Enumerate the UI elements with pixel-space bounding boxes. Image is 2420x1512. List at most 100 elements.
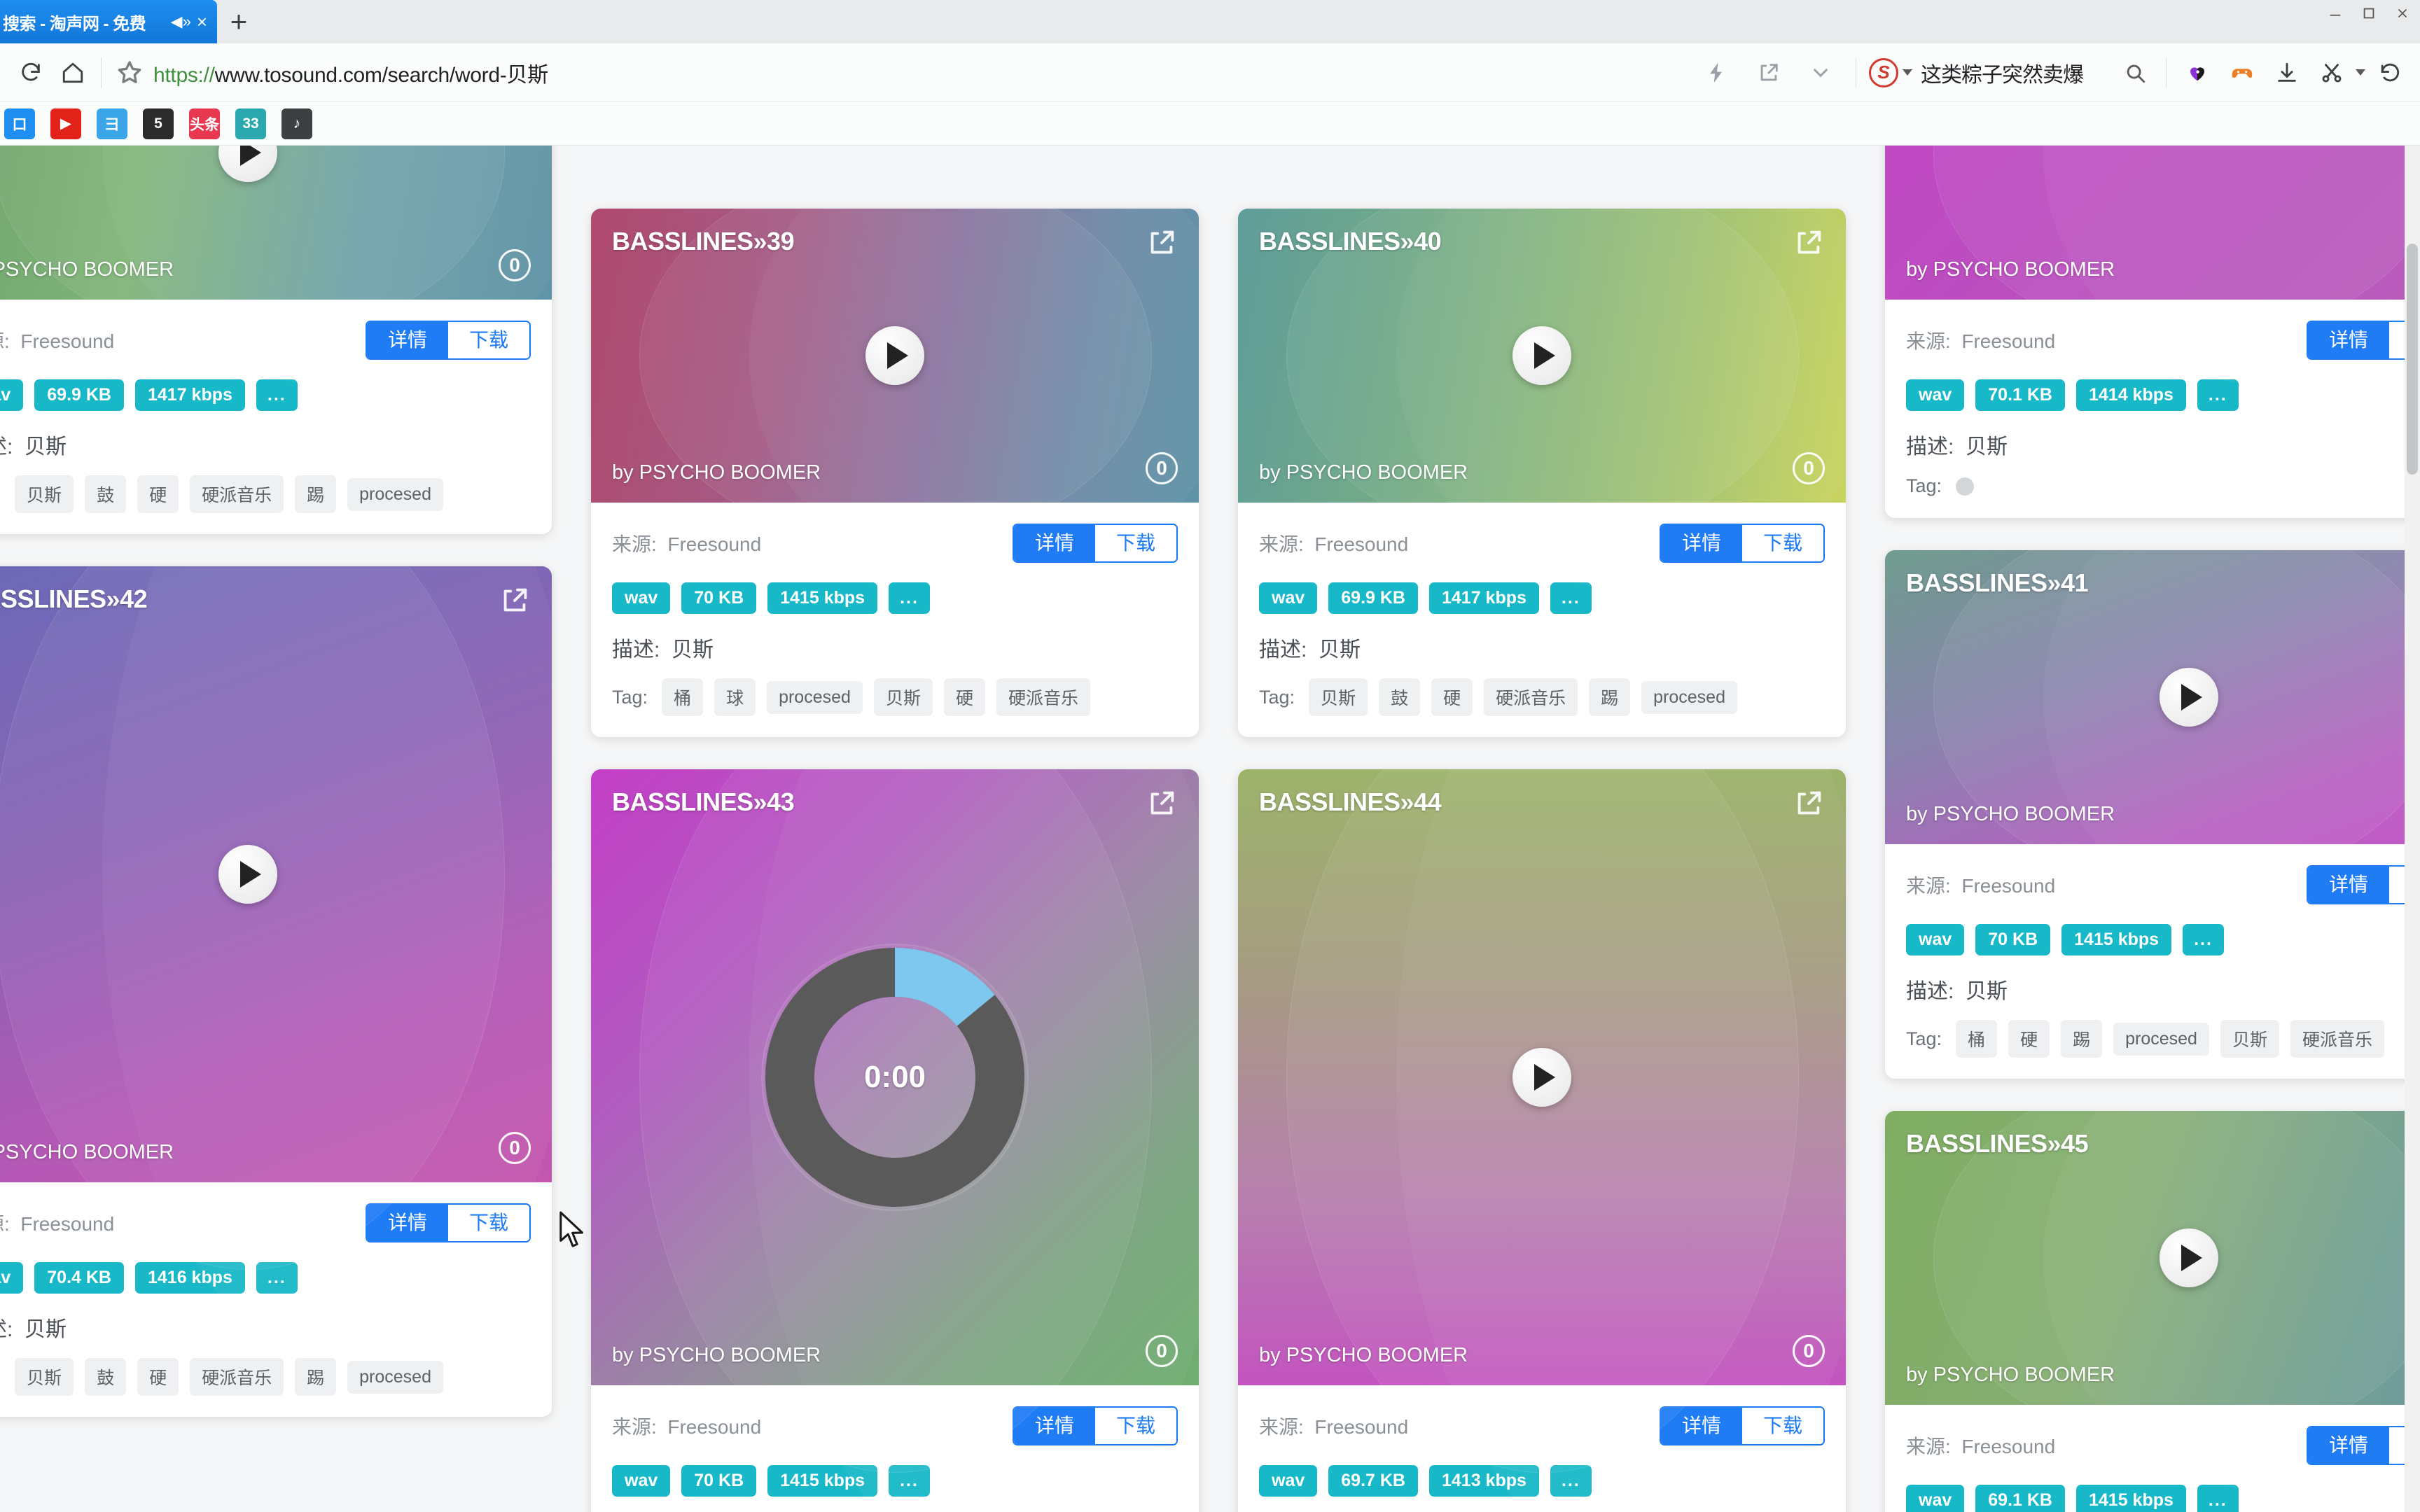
- heart-icon[interactable]: [2176, 52, 2218, 94]
- tag-chip[interactable]: 踢: [1589, 678, 1631, 716]
- tag-chip[interactable]: 贝斯: [2220, 1020, 2279, 1058]
- bitrate-chip[interactable]: 1415 kbps: [2075, 1485, 2186, 1512]
- size-chip[interactable]: 69.7 KB: [1328, 1465, 1418, 1497]
- sound-card[interactable]: BASSLINES»42 by PSYCHO BOOMER 0 来源: Free…: [0, 566, 552, 1417]
- tag-chip[interactable]: 硬派音乐: [190, 475, 284, 513]
- download-button[interactable]: 下载: [1094, 1407, 1176, 1445]
- format-chip[interactable]: wav: [0, 1262, 24, 1294]
- tag-chip[interactable]: 硬派音乐: [2290, 1020, 2384, 1058]
- size-chip[interactable]: 70.4 KB: [34, 1262, 124, 1294]
- search-engine-selector[interactable]: S: [1863, 57, 1918, 88]
- tag-chip[interactable]: 硬: [137, 475, 179, 513]
- more-info-chip[interactable]: ...: [889, 1465, 930, 1497]
- bookmark-5-icon[interactable]: 5: [143, 108, 174, 139]
- gamepad-icon[interactable]: [2221, 52, 2263, 94]
- bookmark-blue-icon[interactable]: 口: [4, 108, 35, 139]
- more-info-chip[interactable]: ...: [256, 1262, 298, 1294]
- download-icon[interactable]: [2266, 52, 2308, 94]
- download-button[interactable]: 下载: [447, 1204, 529, 1242]
- size-chip[interactable]: 70 KB: [681, 1465, 757, 1497]
- minimize-icon[interactable]: [2323, 3, 2347, 24]
- sound-card[interactable]: BASSLINES»44 by PSYCHO BOOMER 0 来源: Free…: [1238, 769, 1846, 1512]
- play-button[interactable]: [865, 326, 924, 385]
- bitrate-chip[interactable]: 1415 kbps: [767, 1465, 878, 1497]
- tag-chip[interactable]: 鼓: [85, 1358, 127, 1396]
- tag-chip[interactable]: 硬: [1431, 678, 1473, 716]
- home-icon[interactable]: [52, 52, 94, 94]
- tag-chip[interactable]: 桶: [1956, 1020, 1998, 1058]
- sound-card[interactable]: BASSLINES»38 by PSYCHO BOOMER 0 来源: Free…: [0, 146, 552, 534]
- chevron-down-icon-scissors[interactable]: [2356, 69, 2365, 76]
- window-close-icon[interactable]: [2391, 3, 2414, 24]
- format-chip[interactable]: wav: [612, 582, 671, 614]
- size-chip[interactable]: 69.9 KB: [34, 379, 124, 411]
- chevron-down-icon-engine[interactable]: [1903, 69, 1912, 76]
- browser-tab[interactable]: 搜索 - 淘声网 - 免费 ◀» ×: [0, 0, 217, 43]
- tag-chip[interactable]: 贝斯: [15, 475, 74, 513]
- bookmark-headphone-icon[interactable]: ♪: [281, 108, 312, 139]
- format-chip[interactable]: wav: [1259, 1465, 1318, 1497]
- detail-button[interactable]: 详情: [1660, 1407, 1742, 1445]
- sound-card[interactable]: BASSLINES»45 by PSYCHO BOOMER 0 来源: Free…: [1885, 1111, 2420, 1512]
- bitrate-chip[interactable]: 1415 kbps: [767, 582, 878, 614]
- card-cover[interactable]: BASSLINES»38 by PSYCHO BOOMER 0: [0, 146, 552, 388]
- reload-icon[interactable]: [10, 52, 52, 94]
- bitrate-chip[interactable]: 1417 kbps: [134, 379, 245, 411]
- more-info-chip[interactable]: ...: [2197, 379, 2239, 411]
- scrollbar-track[interactable]: [2405, 146, 2420, 1512]
- format-chip[interactable]: wav: [612, 1465, 671, 1497]
- play-button[interactable]: [218, 845, 277, 904]
- card-cover[interactable]: by PSYCHO BOOMER: [1885, 146, 2420, 388]
- tag-chip[interactable]: 贝斯: [1309, 678, 1368, 716]
- sound-card[interactable]: BASSLINES»43 0:00 by PSYCHO BOOMER 0 来源:…: [591, 769, 1199, 1512]
- play-button[interactable]: [1512, 1048, 1571, 1107]
- play-button[interactable]: [2160, 668, 2218, 727]
- external-link-icon[interactable]: [1146, 227, 1178, 259]
- card-cover[interactable]: BASSLINES»43 0:00 by PSYCHO BOOMER 0: [591, 769, 1199, 1512]
- size-chip[interactable]: 70 KB: [1975, 924, 2051, 955]
- size-chip[interactable]: 69.1 KB: [1975, 1485, 2065, 1512]
- detail-button[interactable]: 详情: [366, 321, 448, 359]
- search-icon[interactable]: [2114, 52, 2156, 94]
- tag-chip[interactable]: 硬派音乐: [996, 678, 1090, 716]
- play-button[interactable]: [1512, 326, 1571, 385]
- tag-chip[interactable]: 贝斯: [15, 1358, 74, 1396]
- tag-chip[interactable]: 硬: [2008, 1020, 2050, 1058]
- more-info-chip[interactable]: ...: [2183, 924, 2224, 955]
- bitrate-chip[interactable]: 1416 kbps: [134, 1262, 245, 1294]
- tag-chip[interactable]: 桶: [662, 678, 704, 716]
- undo-icon[interactable]: [2368, 52, 2410, 94]
- bitrate-chip[interactable]: 1417 kbps: [1428, 582, 1539, 614]
- tag-chip[interactable]: 硬: [137, 1358, 179, 1396]
- chevron-down-icon[interactable]: [1800, 52, 1842, 94]
- detail-button[interactable]: 详情: [1660, 524, 1742, 562]
- tag-chip[interactable]: 踢: [2061, 1020, 2103, 1058]
- tag-chip[interactable]: procesed: [347, 1360, 443, 1394]
- tag-chip[interactable]: procesed: [1641, 680, 1737, 714]
- more-info-chip[interactable]: ...: [2197, 1485, 2239, 1512]
- tag-chip[interactable]: procesed: [767, 680, 863, 714]
- tag-chip[interactable]: 踢: [295, 1358, 337, 1396]
- bookmark-red-icon[interactable]: ▶: [50, 108, 81, 139]
- bookmark-cyan-icon[interactable]: 彐: [97, 108, 127, 139]
- format-chip[interactable]: wav: [1906, 1485, 1965, 1512]
- tag-chip[interactable]: 踢: [295, 475, 337, 513]
- tag-chip[interactable]: 鼓: [1379, 678, 1421, 716]
- scissors-icon[interactable]: [2311, 52, 2353, 94]
- star-icon[interactable]: [116, 59, 144, 87]
- external-link-icon[interactable]: [1793, 788, 1825, 820]
- detail-button[interactable]: 详情: [1013, 1407, 1095, 1445]
- bitrate-chip[interactable]: 1413 kbps: [1428, 1465, 1539, 1497]
- card-cover[interactable]: BASSLINES»45 by PSYCHO BOOMER 0: [1885, 1111, 2420, 1493]
- circular-progress-player[interactable]: 0:00: [755, 937, 1035, 1217]
- play-button[interactable]: [218, 146, 277, 182]
- download-button[interactable]: 下载: [1741, 524, 1823, 562]
- speaker-icon[interactable]: ◀»: [171, 14, 191, 29]
- detail-button[interactable]: 详情: [1013, 524, 1095, 562]
- format-chip[interactable]: wav: [0, 379, 24, 411]
- size-chip[interactable]: 70.1 KB: [1975, 379, 2065, 411]
- external-link-icon[interactable]: [1146, 788, 1178, 820]
- close-icon[interactable]: ×: [197, 13, 207, 31]
- more-info-chip[interactable]: ...: [256, 379, 298, 411]
- tag-chip[interactable]: 球: [714, 678, 756, 716]
